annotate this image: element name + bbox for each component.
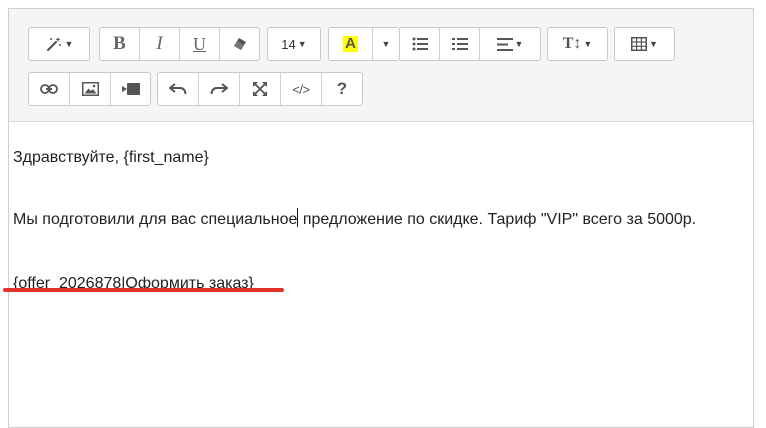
align-dropdown[interactable]: ▼ <box>480 28 540 60</box>
align-left-icon <box>496 37 513 51</box>
highlight-color-button[interactable]: A <box>329 28 373 60</box>
unordered-list-icon <box>412 37 428 51</box>
code-view-button[interactable]: </> <box>281 73 322 105</box>
table-dropdown[interactable]: ▼ <box>615 28 674 60</box>
ordered-list-icon <box>451 37 468 51</box>
chevron-down-icon: ▼ <box>649 39 658 49</box>
editor-toolbar: ▼ B I U 14 ▼ A ▼ ▼ T↕ ▼ ▼ </> ? <box>9 9 753 122</box>
misc-group: </> ? <box>157 72 363 106</box>
redo-button[interactable] <box>199 73 240 105</box>
help-button[interactable]: ? <box>322 73 362 105</box>
link-icon <box>40 84 58 94</box>
undo-button[interactable] <box>158 73 199 105</box>
undo-icon <box>169 83 187 95</box>
chevron-down-icon: ▼ <box>64 39 74 49</box>
highlight-icon: A <box>343 35 358 52</box>
ordered-list-button[interactable] <box>440 28 480 60</box>
paragraph-group: ▼ <box>399 27 541 61</box>
offer-text-start: Мы подготовили для вас специальное <box>13 211 298 228</box>
expand-icon <box>253 82 267 96</box>
italic-icon: I <box>156 33 163 54</box>
picture-icon <box>81 82 99 96</box>
offer-text-end: предложение по скидке. Тариф "VIP" всего… <box>298 211 697 228</box>
chevron-down-icon: ▼ <box>381 39 391 49</box>
font-size-value: 14 <box>281 36 296 52</box>
offer-tag-line: {offer_2026878|Оформить заказ} <box>13 275 254 292</box>
eraser-icon <box>232 36 248 52</box>
magic-wand-dropdown[interactable]: ▼ <box>29 28 89 60</box>
underline-icon: U <box>193 33 206 54</box>
line-height-group: T↕ ▼ <box>547 27 608 61</box>
magic-wand-icon <box>45 35 63 53</box>
chevron-down-icon: ▼ <box>514 39 524 49</box>
insert-video-button[interactable] <box>111 73 150 105</box>
insert-link-button[interactable] <box>29 73 70 105</box>
color-dropdown-button[interactable]: ▼ <box>373 28 399 60</box>
bold-icon: B <box>113 33 126 54</box>
line-height-dropdown[interactable]: T↕ ▼ <box>548 28 607 60</box>
italic-button[interactable]: I <box>140 28 180 60</box>
font-size-dropdown[interactable]: 14 ▼ <box>268 28 320 60</box>
redo-icon <box>210 83 228 95</box>
color-group: A ▼ <box>328 27 400 61</box>
chevron-down-icon: ▼ <box>297 39 307 49</box>
table-icon <box>631 37 648 51</box>
font-size-group: 14 ▼ <box>267 27 321 61</box>
text-height-icon: T↕ <box>562 35 582 52</box>
chevron-down-icon: ▼ <box>583 39 593 49</box>
insert-picture-button[interactable] <box>70 73 111 105</box>
bold-button[interactable]: B <box>100 28 140 60</box>
offer-paragraph: Мы подготовили для вас специальное предл… <box>13 208 713 232</box>
clear-format-button[interactable] <box>220 28 259 60</box>
help-icon: ? <box>336 79 348 98</box>
style-group: ▼ <box>28 27 90 61</box>
insert-group <box>28 72 151 106</box>
fullscreen-button[interactable] <box>240 73 281 105</box>
table-group: ▼ <box>614 27 675 61</box>
underline-button[interactable]: U <box>180 28 220 60</box>
greeting-line: Здравствуйте, {first_name} <box>13 149 209 166</box>
font-style-group: B I U <box>99 27 260 61</box>
unordered-list-button[interactable] <box>400 28 440 60</box>
video-icon <box>121 83 140 95</box>
code-icon: </> <box>292 81 310 97</box>
annotation-underline <box>3 288 284 292</box>
